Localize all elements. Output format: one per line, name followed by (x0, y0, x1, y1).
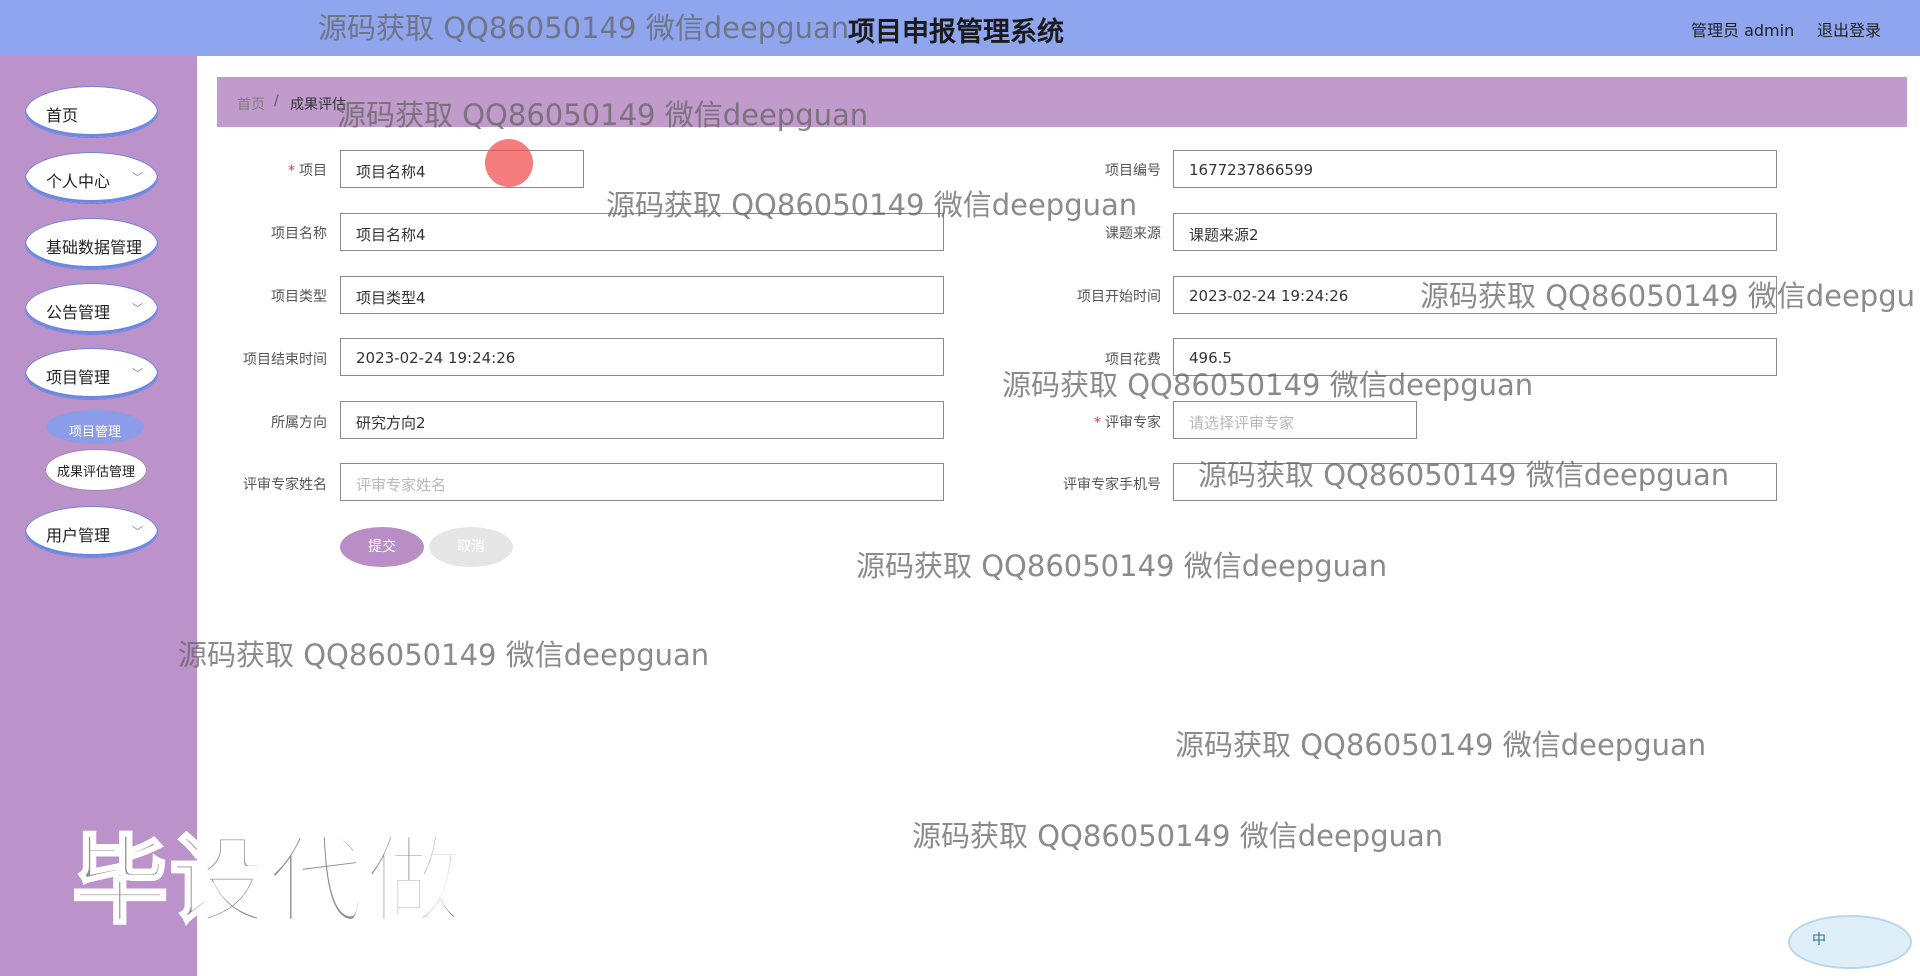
ime-indicator[interactable]: 中 (1790, 917, 1910, 967)
watermark-text: 源码获取 QQ86050149 微信deepguan (606, 188, 1138, 222)
breadcrumb-separator: / (274, 93, 279, 109)
submit-button[interactable]: 提交 (340, 527, 424, 567)
breadcrumb-home[interactable]: 首页 (237, 94, 265, 114)
watermark-text: 源码获取 QQ86050149 微信deepguan (1175, 728, 1707, 762)
sidebar-item-users[interactable]: 用户管理 ﹀ (26, 507, 157, 557)
topic-source-field[interactable]: 课题来源2 (1173, 213, 1777, 251)
watermark-text: 源码获取 QQ86050149 微信deepguan (337, 98, 869, 132)
watermark-text: 源码获取 QQ86050149 微信deepguan (912, 819, 1444, 853)
direction-label: 所属方向 (271, 415, 327, 431)
cancel-button[interactable]: 取消 (429, 527, 513, 567)
direction-field[interactable]: 研究方向2 (340, 401, 944, 439)
sidebar-item-label: 个人中心 (46, 172, 111, 191)
watermark-text: 源码获取 QQ86050149 微信deepguan (1002, 368, 1534, 402)
expert-phone-label: 评审专家手机号 (1063, 477, 1161, 493)
project-no-label: 项目编号 (1105, 163, 1161, 179)
sidebar-item-label: 基础数据管理 (46, 238, 143, 257)
sidebar-subitem-evaluation-management[interactable]: 成果评估管理 (46, 450, 146, 490)
chevron-down-icon: ﹀ (132, 302, 143, 315)
sidebar-item-home[interactable]: 首页 (26, 87, 157, 137)
end-time-field[interactable]: 2023-02-24 19:24:26 (340, 338, 944, 376)
topic-source-label: 课题来源 (1105, 226, 1161, 242)
project-name-label: 项目名称 (271, 226, 327, 242)
sidebar-item-label: 项目管理 (46, 368, 111, 387)
pointer-cursor-icon (485, 139, 533, 187)
current-user: 管理员 admin (1691, 21, 1795, 40)
required-asterisk: * (288, 163, 295, 179)
sidebar-subitem-label: 成果评估管理 (56, 465, 135, 480)
watermark-text: 源码获取 QQ86050149 微信deepguan (1198, 458, 1730, 492)
expert-label: * 评审专家 (1094, 415, 1161, 431)
expert-name-field[interactable]: 评审专家姓名 (340, 463, 944, 501)
watermark-text: 源码获取 QQ86050149 微信deepguan (856, 549, 1388, 583)
top-header: 项目申报管理系统 管理员 admin 退出登录 (0, 0, 1920, 56)
project-type-field[interactable]: 项目类型4 (340, 276, 944, 314)
sidebar-item-announcements[interactable]: 公告管理 ﹀ (26, 284, 157, 334)
sidebar-item-label: 用户管理 (46, 526, 111, 545)
sidebar-subitem-project-management[interactable]: 项目管理 (46, 410, 144, 444)
sidebar-item-label: 公告管理 (46, 303, 111, 322)
sidebar-item-projects[interactable]: 项目管理 ﹀ (26, 349, 157, 399)
project-type-label: 项目类型 (271, 289, 327, 305)
expert-select[interactable]: 请选择评审专家 (1173, 401, 1417, 439)
required-asterisk: * (1094, 415, 1101, 431)
chevron-down-icon: ﹀ (132, 367, 143, 380)
chevron-down-icon: ﹀ (132, 525, 143, 538)
sidebar-item-label: 首页 (46, 106, 79, 125)
end-time-label: 项目结束时间 (243, 352, 327, 368)
watermark-text: 源码获取 QQ86050149 微信deepgu (1420, 279, 1915, 313)
project-label: * 项目 (288, 163, 327, 179)
watermark-big: 毕设代做 (71, 824, 464, 939)
sidebar-item-base-data[interactable]: 基础数据管理 (26, 219, 157, 269)
watermark-text: 源码获取 QQ86050149 微信deepguan (318, 11, 850, 45)
sidebar-item-personal-center[interactable]: 个人中心 ﹀ (26, 153, 157, 203)
project-select[interactable]: 项目名称4 (340, 150, 584, 188)
ime-label: 中 (1812, 932, 1826, 948)
logout-link[interactable]: 退出登录 (1817, 17, 1881, 41)
chevron-down-icon: ﹀ (132, 171, 143, 184)
project-no-field[interactable]: 1677237866599 (1173, 150, 1777, 188)
watermark-text: 源码获取 QQ86050149 微信deepguan (178, 638, 710, 672)
start-time-label: 项目开始时间 (1077, 289, 1161, 305)
app-title: 项目申报管理系统 (848, 17, 1064, 48)
sidebar-subitem-label: 项目管理 (68, 425, 121, 440)
expert-name-label: 评审专家姓名 (243, 477, 327, 493)
